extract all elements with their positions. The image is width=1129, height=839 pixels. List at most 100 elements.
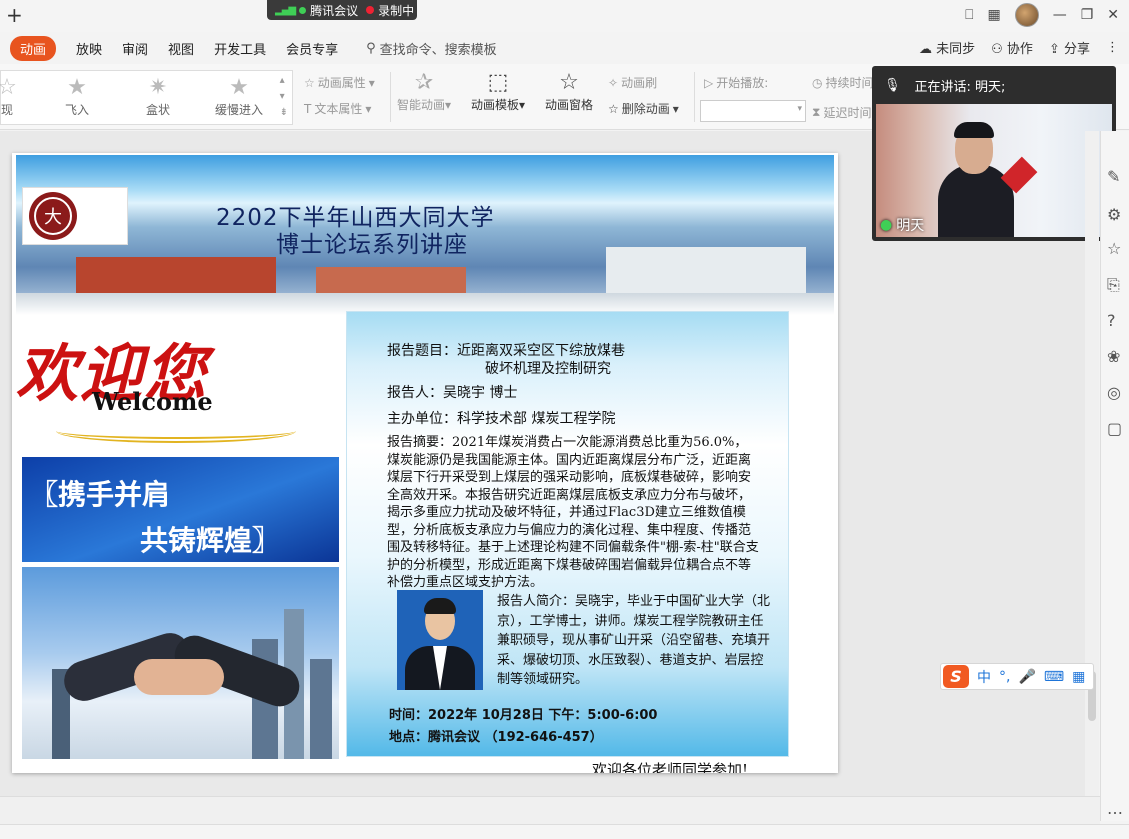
new-tab-icon[interactable]: + xyxy=(6,3,23,27)
campus-building xyxy=(606,247,806,295)
share-button[interactable]: ⇪ 分享 xyxy=(1049,38,1090,57)
ribbon-tabs: 动画 放映 审阅 视图 开发工具 会员专享 ⚲ 查找命令、搜索模板 ☁ 未同步 … xyxy=(0,34,1129,62)
grid-view-icon[interactable]: ▦ xyxy=(987,7,1000,23)
search-icon: ⚲ xyxy=(366,40,376,56)
slide-title: 2202下半年山西大同大学 博士论坛系列讲座 xyxy=(216,205,495,259)
smart-animation-button[interactable]: ✰ 智能动画▾ xyxy=(397,70,451,113)
abstract-text: 报告摘要：2021年煤炭消费占一次能源消费总比重为56.0%，煤炭能源仍是我国能… xyxy=(387,435,759,590)
mic-on-icon: ● xyxy=(880,217,893,233)
sidebar-location-icon[interactable]: ◎ xyxy=(1107,383,1121,402)
page-count-icon[interactable]: ⎕ xyxy=(965,7,973,23)
video-header: 🎙 正在讲话: 明天; xyxy=(872,66,1116,104)
meeting-status-pill[interactable]: ▂▄▆ 腾讯会议 录制中 xyxy=(267,0,417,20)
animation-props-button[interactable]: ☆ 动画属性 ▾ xyxy=(304,74,375,91)
more-icon[interactable]: ⋮ xyxy=(1106,40,1119,55)
star-icon: ★ xyxy=(67,75,87,100)
play-icon: ▷ xyxy=(704,75,714,90)
star-icon: ✷ xyxy=(148,75,168,100)
text-props-button[interactable]: T 文本属性 ▾ xyxy=(304,100,371,117)
ime-toolbar[interactable]: S 中 °, 🎤 ⌨ ▦ xyxy=(940,663,1094,690)
signal-icon: ▂▄▆ xyxy=(275,4,296,16)
meeting-video-window[interactable]: 🎙 正在讲话: 明天; ● 明天 xyxy=(872,66,1116,241)
microphone-icon[interactable]: 🎙 xyxy=(884,78,901,93)
notes-pane[interactable] xyxy=(0,796,1100,824)
connected-dot-icon xyxy=(299,6,307,14)
tab-slideshow[interactable]: 放映 xyxy=(76,39,102,58)
smart-animation-icon: ✰ xyxy=(414,70,434,95)
title-bar: + ▂▄▆ 腾讯会议 录制中 ⎕ ▦ — ❐ ✕ xyxy=(0,0,1129,32)
slide-banner: 2202下半年山西大同大学 博士论坛系列讲座 大 xyxy=(16,155,834,315)
divider xyxy=(390,72,391,122)
tab-review[interactable]: 审阅 xyxy=(122,39,148,58)
meeting-app-name: 腾讯会议 xyxy=(310,3,359,18)
sidebar-tool-icon[interactable]: ✎ xyxy=(1107,167,1120,186)
tab-animation[interactable]: 动画 xyxy=(10,35,57,61)
tab-developer[interactable]: 开发工具 xyxy=(214,39,266,58)
record-dot-icon xyxy=(366,6,375,14)
gallery-label: 盒状 xyxy=(145,103,170,117)
hands xyxy=(134,659,224,695)
slide-canvas[interactable]: 2202下半年山西大同大学 博士论坛系列讲座 大 欢迎您 Welcome 〖携手… xyxy=(12,153,838,773)
start-play-label: 开始播放: xyxy=(716,76,769,90)
place-label: 地点：腾讯会议 （192-646-457） xyxy=(389,730,603,745)
welcome-en: Welcome xyxy=(92,387,213,416)
sidebar-more-icon[interactable]: … xyxy=(1107,799,1123,818)
voice-input-icon[interactable]: 🎤 xyxy=(1018,669,1035,685)
sidebar-book-icon[interactable]: ▢ xyxy=(1107,419,1122,438)
vertical-scrollbar[interactable] xyxy=(1085,131,1099,796)
slogan-panel: 〖携手并肩 共铸辉煌〗 xyxy=(22,457,339,562)
delete-animation-button[interactable]: ☆ 删除动画 ▾ xyxy=(608,100,679,117)
start-play-dropdown[interactable]: ▾ xyxy=(700,100,806,122)
topic-line2: 破坏机理及控制研究 xyxy=(485,361,611,377)
minimize-icon[interactable]: — xyxy=(1053,7,1067,23)
command-search[interactable]: ⚲ 查找命令、搜索模板 xyxy=(366,39,497,58)
recording-label: 录制中 xyxy=(378,3,415,18)
star-icon: ☆ xyxy=(0,75,17,100)
close-icon[interactable]: ✕ xyxy=(1107,7,1119,23)
restore-icon[interactable]: ❐ xyxy=(1081,7,1094,23)
handshake-image xyxy=(22,567,339,759)
host-label: 主办单位：科学技术部 煤炭工程学院 xyxy=(387,411,616,427)
gallery-item-slow-in[interactable]: ★ 缓慢进入 xyxy=(209,75,269,118)
sidebar-star-icon[interactable]: ☆ xyxy=(1107,239,1121,258)
sidebar-settings-icon[interactable]: ⚙ xyxy=(1107,205,1121,224)
tab-member[interactable]: 会员专享 xyxy=(286,39,338,58)
duration-control[interactable]: ◷ 持续时间 xyxy=(812,74,874,91)
sidebar-transition-icon[interactable]: ⎘ xyxy=(1107,275,1120,295)
speaker-bio: 报告人简介：吴晓宇，毕业于中国矿业大学（北京），工学博士，讲师。煤炭工程学院教研… xyxy=(497,594,771,687)
gallery-item-box[interactable]: ✷ 盒状 xyxy=(128,75,188,118)
keyboard-icon[interactable]: ⌨ xyxy=(1044,669,1064,685)
animation-template-button[interactable]: ⬚ 动画模板▾ xyxy=(471,70,525,113)
star-outline-icon: ☆ xyxy=(304,75,315,90)
animation-brush-button[interactable]: ✧ 动画刷 xyxy=(608,74,657,91)
sidebar-help-icon[interactable]: ? xyxy=(1107,311,1116,330)
animation-props-label: 动画属性 xyxy=(317,76,366,90)
delay-control[interactable]: ⧗ 延迟时间 xyxy=(812,104,871,121)
slogan-line1: 〖携手并肩 xyxy=(30,478,171,511)
star-icon: ★ xyxy=(229,75,249,100)
sync-button[interactable]: ☁ 未同步 xyxy=(919,38,975,57)
delete-animation-label: 删除动画 xyxy=(621,102,670,116)
chevron-down-icon: ▾ xyxy=(797,104,802,114)
gallery-scroll-icon[interactable]: ▴ ▾ ⇟ xyxy=(280,73,288,121)
delay-label: 延迟时间 xyxy=(823,106,872,120)
toolbox-icon[interactable]: ▦ xyxy=(1072,669,1085,685)
ime-punct[interactable]: °, xyxy=(999,669,1010,685)
animation-pane-button[interactable]: ☆ 动画窗格 xyxy=(545,70,593,113)
gallery-item-appear[interactable]: ☆ 现 xyxy=(0,75,37,118)
ime-mode[interactable]: 中 xyxy=(977,667,991,687)
user-avatar[interactable] xyxy=(1014,3,1039,27)
collaborate-button[interactable]: ⚇ 协作 xyxy=(991,38,1033,57)
collaborate-icon: ⚇ xyxy=(991,42,1003,57)
clock-icon: ◷ xyxy=(812,75,823,90)
animation-brush-label: 动画刷 xyxy=(621,76,658,90)
star-outline-icon: ☆ xyxy=(559,70,579,95)
animation-gallery: ☆ 现 ★ 飞入 ✷ 盒状 ★ 缓慢进入 ▴ ▾ ⇟ xyxy=(0,70,293,125)
sidebar-brush-icon[interactable]: ❀ xyxy=(1107,347,1120,366)
video-feed: ● 明天 xyxy=(876,104,1112,237)
gallery-label: 缓慢进入 xyxy=(214,103,263,117)
gallery-item-fly-in[interactable]: ★ 飞入 xyxy=(47,75,107,118)
text-icon: T xyxy=(304,101,312,116)
start-play-control[interactable]: ▷ 开始播放: xyxy=(704,74,768,91)
tab-view[interactable]: 视图 xyxy=(168,39,194,58)
